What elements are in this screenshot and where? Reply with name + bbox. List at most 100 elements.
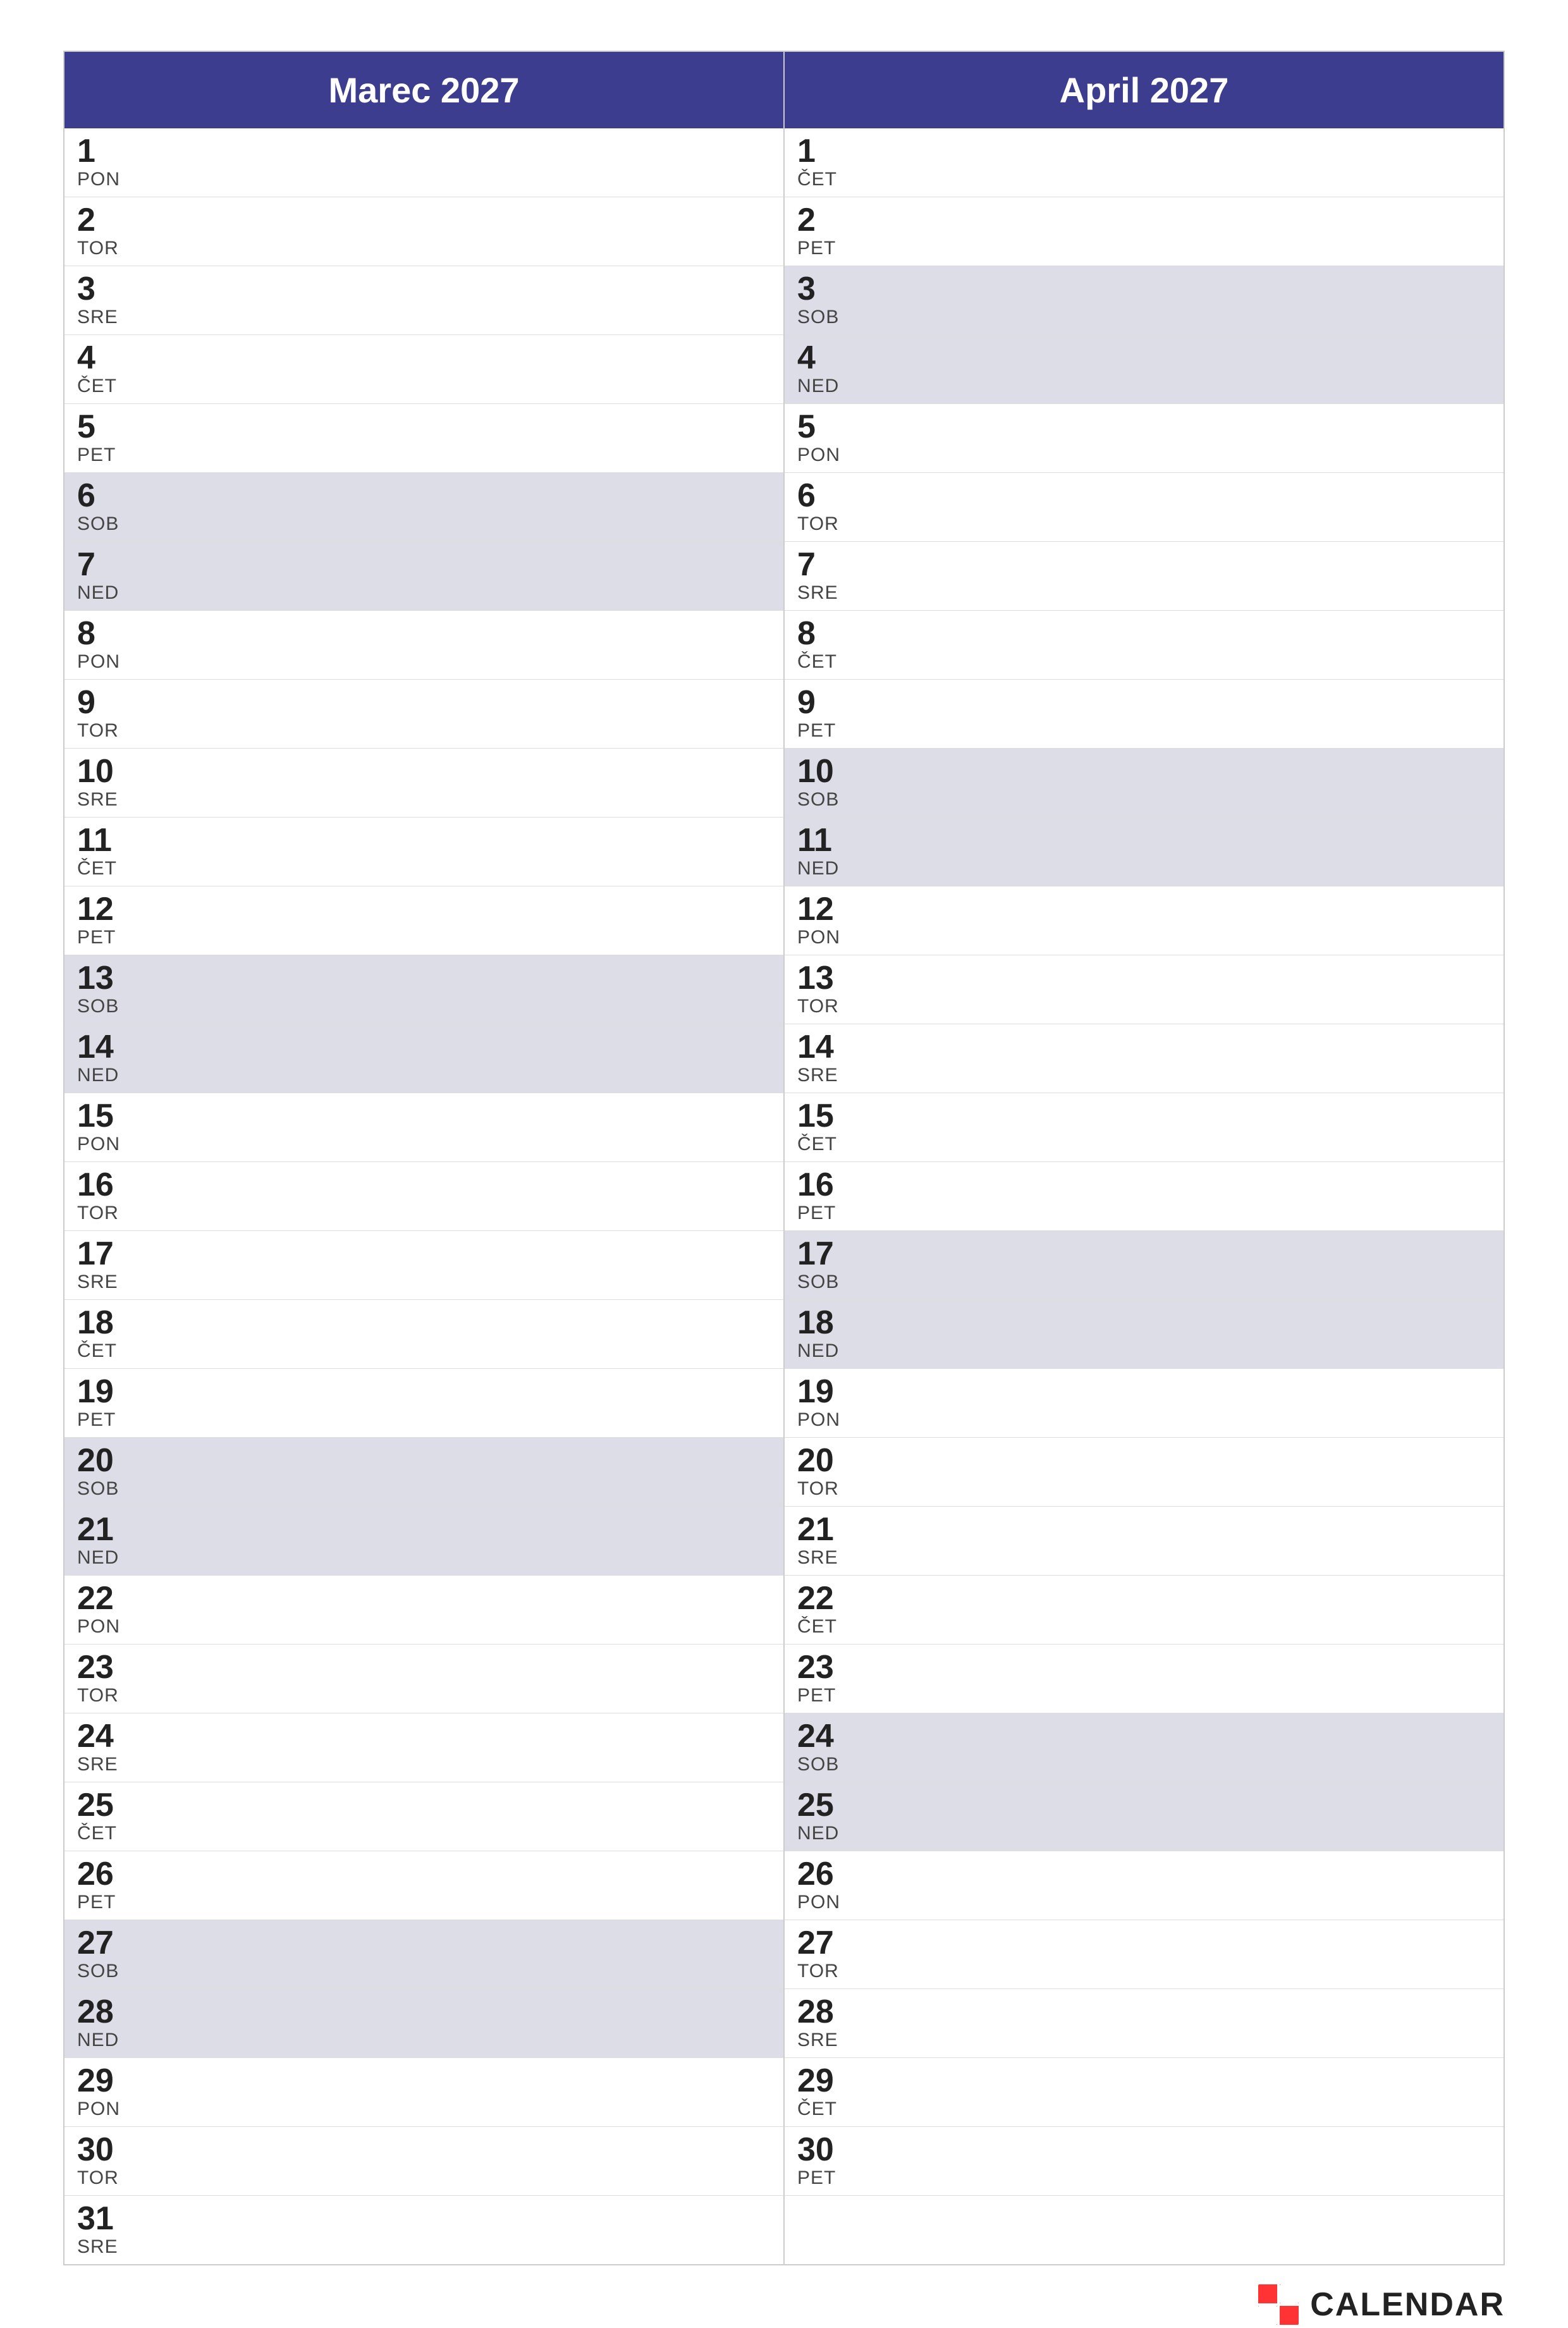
day-row: 5PON [785,404,1504,473]
day-row: 6SOB [64,473,783,542]
day-row: 27TOR [785,1920,1504,1989]
day-row: 12PET [64,886,783,955]
day-row: 29ČET [785,2058,1504,2127]
day-info: 1ČET [797,135,854,190]
day-info: 26PET [77,1858,134,1913]
day-name: TOR [797,513,839,535]
day-number: 5 [797,410,816,443]
day-row: 12PON [785,886,1504,955]
day-info: 18NED [797,1306,854,1362]
brand-logo: CALENDAR [1258,2284,1505,2325]
day-name: PON [77,1134,120,1155]
day-info: 30PET [797,2133,854,2189]
day-row: 29PON [64,2058,783,2127]
day-name: SOB [77,1478,119,1500]
day-name: ČET [77,1340,117,1362]
day-info: 22ČET [797,1582,854,1638]
day-name: PET [77,1409,116,1431]
day-row: 11ČET [64,818,783,886]
day-number: 28 [77,1995,114,2028]
day-info: 21NED [77,1513,134,1569]
day-row: 4ČET [64,335,783,404]
day-name: SOB [797,1754,839,1775]
month-column-1: 1ČET2PET3SOB4NED5PON6TOR7SRE8ČET9PET10SO… [785,128,1504,2264]
days-container: 1PON2TOR3SRE4ČET5PET6SOB7NED8PON9TOR10SR… [64,128,1504,2264]
day-number: 27 [77,1927,114,1959]
day-info: 21SRE [797,1513,854,1569]
day-number: 26 [77,1858,114,1890]
day-name: TOR [77,1685,119,1706]
day-info: 2PET [797,204,854,259]
day-info: 1PON [77,135,134,190]
day-row: 30TOR [64,2127,783,2196]
day-row: 3SRE [64,266,783,335]
day-name: PON [77,1616,120,1638]
day-number: 24 [797,1720,834,1753]
day-info: 4ČET [77,341,134,397]
day-name: ČET [77,376,117,397]
day-info: 25NED [797,1789,854,1844]
day-row: 1PON [64,128,783,197]
day-number: 2 [797,204,816,236]
day-number: 1 [77,135,95,168]
day-number: 6 [77,479,95,512]
day-row: 4NED [785,335,1504,404]
day-number: 13 [797,962,834,995]
day-name: NED [797,376,839,397]
day-row: 27SOB [64,1920,783,1989]
day-number: 23 [77,1651,114,1684]
day-name: SOB [77,996,119,1017]
day-row: 24SOB [785,1713,1504,1782]
day-row: 3SOB [785,266,1504,335]
day-number: 17 [797,1237,834,1270]
day-number: 28 [797,1995,834,2028]
day-name: TOR [77,1203,119,1224]
day-number: 3 [77,273,95,305]
day-info: 15ČET [797,1100,854,1155]
day-number: 27 [797,1927,834,1959]
day-row: 22ČET [785,1576,1504,1645]
day-name: PON [797,1892,840,1913]
day-name: SOB [797,307,839,328]
day-number: 21 [797,1513,834,1546]
day-row: 8PON [64,611,783,680]
day-name: TOR [797,1478,839,1500]
day-row: 20SOB [64,1438,783,1507]
day-number: 15 [797,1100,834,1132]
day-info: 27TOR [797,1927,854,1982]
day-row: 30PET [785,2127,1504,2196]
day-name: ČET [797,2098,837,2120]
day-number: 16 [77,1168,114,1201]
day-number: 15 [77,1100,114,1132]
day-row: 17SRE [64,1231,783,1300]
day-row: 2TOR [64,197,783,266]
day-number: 11 [77,824,112,857]
day-info: 2TOR [77,204,134,259]
day-info: 23TOR [77,1651,134,1706]
day-row: 19PET [64,1369,783,1438]
day-info: 29ČET [797,2064,854,2120]
day-row: 23TOR [64,1645,783,1713]
day-number: 22 [77,1582,114,1615]
day-number: 16 [797,1168,834,1201]
day-number: 29 [77,2064,114,2097]
day-name: SRE [797,1065,838,1086]
day-name: SRE [797,2030,838,2051]
day-info: 7NED [77,548,134,604]
day-info: 9TOR [77,686,134,742]
brand-label: CALENDAR [1310,2286,1505,2324]
day-name: ČET [797,651,837,673]
day-info: 20TOR [797,1444,854,1500]
day-row: 14SRE [785,1024,1504,1093]
day-info: 4NED [797,341,854,397]
day-info: 8ČET [797,617,854,673]
day-info: 13TOR [797,962,854,1017]
day-info: 30TOR [77,2133,134,2189]
day-number: 8 [77,617,95,650]
day-name: NED [77,582,119,604]
day-name: PET [797,2167,836,2189]
day-row: 10SRE [64,749,783,818]
day-name: PET [797,1685,836,1706]
day-number: 9 [77,686,95,719]
day-number: 5 [77,410,95,443]
